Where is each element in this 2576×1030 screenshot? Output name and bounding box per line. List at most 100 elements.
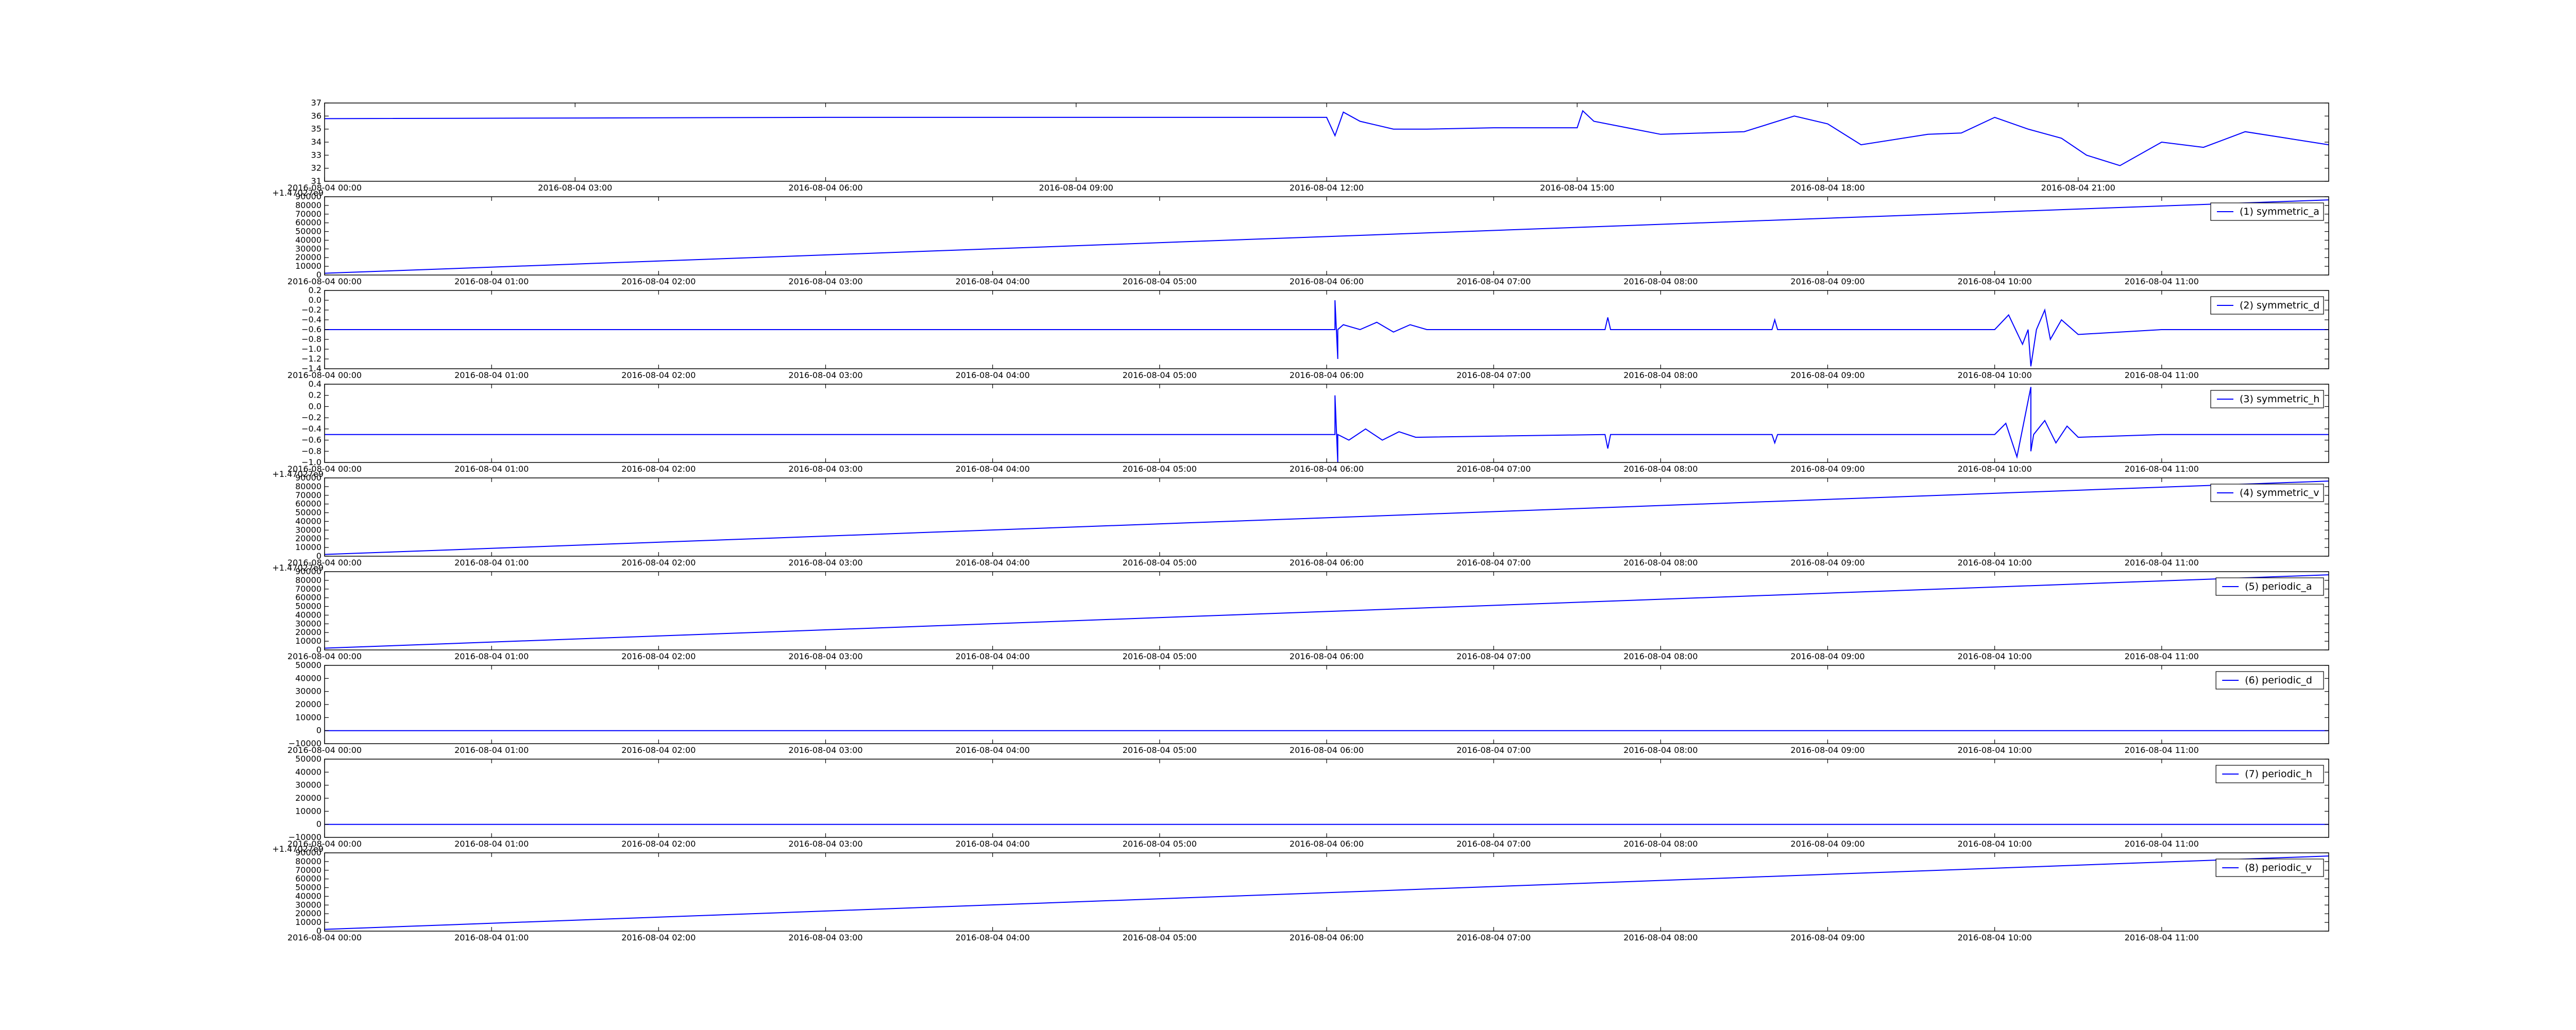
x-tick-label: 2016-08-04 11:00	[2125, 370, 2199, 380]
legend: (5) periodic_a	[2215, 577, 2324, 596]
y-tick-label: 40000	[295, 673, 321, 683]
x-tick-label: 2016-08-04 07:00	[1456, 651, 1531, 661]
x-tick-label: 2016-08-04 06:00	[1290, 839, 1364, 849]
subplot-2: 0100002000030000400005000060000700008000…	[272, 188, 2329, 286]
legend: (4) symmetric_v	[2210, 484, 2324, 502]
x-tick-label: 2016-08-04 04:00	[956, 277, 1030, 286]
x-tick-label: 2016-08-04 11:00	[2125, 933, 2199, 942]
x-tick-label: 2016-08-04 08:00	[1623, 839, 1698, 849]
y-tick-label: 34	[311, 137, 321, 147]
y-tick-label: 30000	[295, 619, 321, 628]
x-tick-label: 2016-08-04 08:00	[1623, 933, 1698, 942]
y-tick-label: 30000	[295, 900, 321, 909]
axes-frame	[324, 571, 2329, 650]
x-tick-label: 2016-08-04 02:00	[621, 464, 696, 474]
y-tick-label: −0.4	[301, 315, 321, 324]
axes-frame	[324, 477, 2329, 557]
x-tick-label: 2016-08-04 01:00	[454, 370, 529, 380]
x-tick-label: 2016-08-04 05:00	[1123, 370, 1197, 380]
x-tick-label: 2016-08-04 02:00	[621, 745, 696, 755]
y-tick-label: 70000	[295, 584, 321, 594]
y-tick-label: 60000	[295, 874, 321, 884]
subplot-7: −10000010000200003000040000500002016-08-…	[287, 660, 2329, 755]
legend: (2) symmetric_d	[2210, 296, 2324, 315]
x-tick-label: 2016-08-04 08:00	[1623, 370, 1698, 380]
y-tick-label: 32	[311, 163, 321, 173]
y-tick-label: 80000	[295, 200, 321, 210]
x-tick-label: 2016-08-04 03:00	[788, 370, 862, 380]
x-tick-label: 2016-08-04 03:00	[538, 183, 612, 193]
x-tick-label: 2016-08-04 09:00	[1790, 370, 1865, 380]
legend: (3) symmetric_h	[2210, 390, 2324, 408]
y-tick-label: 20000	[295, 534, 321, 543]
series-line	[325, 387, 2329, 463]
legend: (7) periodic_h	[2215, 765, 2324, 783]
figure: 313233343536372016-08-04 00:00 2016-08-04…	[272, 98, 2329, 942]
series-line	[324, 199, 2329, 274]
x-tick-label: 2016-08-04 11:00	[2125, 839, 2199, 849]
legend: (8) periodic_v	[2215, 859, 2324, 877]
offset-label: +1.47027e9	[272, 188, 324, 198]
x-tick-label: 2016-08-04 02:00	[621, 651, 696, 661]
x-tick-label: 2016-08-04 09:00	[1039, 183, 1113, 193]
x-tick-label: 2016-08-04 01:00	[454, 558, 529, 568]
y-tick-label: 50000	[295, 602, 321, 611]
y-tick-label: 30000	[295, 525, 321, 535]
y-tick-label: 0.4	[309, 379, 321, 389]
x-tick-label: 2016-08-04 05:00	[1123, 933, 1197, 942]
x-tick-label: 2016-08-04 00:00	[287, 277, 362, 286]
y-tick-label: 30000	[295, 686, 321, 696]
legend: (1) symmetric_a	[2210, 202, 2324, 221]
x-tick-label: 2016-08-04 05:00	[1123, 277, 1197, 286]
legend-label: (7) periodic_h	[2245, 768, 2312, 780]
x-tick-label: 2016-08-04 09:00	[1790, 651, 1865, 661]
x-tick-label: 2016-08-04 06:00	[1290, 370, 1364, 380]
x-tick-label: 2016-08-04 09:00	[1790, 933, 1865, 942]
legend-label: (5) periodic_a	[2245, 581, 2312, 592]
x-tick-label: 2016-08-04 05:00	[1123, 839, 1197, 849]
x-tick-label: 2016-08-04 10:00	[1958, 464, 2032, 474]
x-tick-label: 2016-08-04 11:00	[2125, 277, 2199, 286]
y-tick-label: 20000	[295, 793, 321, 803]
x-tick-label: 2016-08-04 08:00	[1623, 745, 1698, 755]
y-tick-label: −1.0	[301, 344, 321, 354]
y-tick-label: 50000	[295, 508, 321, 518]
subplot-6: 0100002000030000400005000060000700008000…	[272, 563, 2329, 661]
x-tick-label: 2016-08-04 06:00	[1290, 277, 1364, 286]
x-tick-label: 2016-08-04 03:00	[788, 839, 862, 849]
x-tick-label: 2016-08-04 06:00	[788, 183, 862, 193]
x-tick-label: 2016-08-04 11:00	[2125, 651, 2199, 661]
x-tick-label: 2016-08-04 10:00	[1958, 745, 2032, 755]
x-tick-label: 2016-08-04 08:00	[1623, 651, 1698, 661]
x-tick-label: 2016-08-04 08:00	[1623, 558, 1698, 568]
series-line	[325, 300, 2329, 367]
y-tick-label: 10000	[295, 917, 321, 927]
y-tick-label: −0.2	[301, 413, 321, 422]
y-tick-label: 10000	[295, 261, 321, 271]
x-tick-label: 2016-08-04 04:00	[956, 745, 1030, 755]
x-tick-label: 2016-08-04 07:00	[1456, 277, 1531, 286]
legend: (6) periodic_d	[2215, 671, 2324, 690]
y-tick-label: 37	[311, 98, 321, 108]
x-tick-label: 2016-08-04 02:00	[621, 933, 696, 942]
y-tick-label: −0.2	[301, 305, 321, 315]
axes-frame	[324, 384, 2329, 463]
x-tick-label: 2016-08-04 04:00	[956, 839, 1030, 849]
y-tick-label: 0.2	[309, 390, 321, 400]
y-tick-label: 70000	[295, 209, 321, 219]
x-tick-label: 2016-08-04 09:00	[1790, 745, 1865, 755]
y-tick-label: 20000	[295, 699, 321, 709]
y-tick-label: 33	[311, 150, 321, 160]
subplot-3: −1.4−1.2−1.0−0.8−0.6−0.4−0.20.00.22016-0…	[287, 285, 2329, 380]
y-tick-label: 10000	[295, 806, 321, 816]
x-tick-label: 2016-08-04 15:00	[1540, 183, 1614, 193]
x-tick-label: 2016-08-04 11:00	[2125, 745, 2199, 755]
x-tick-label: 2016-08-04 01:00	[454, 745, 529, 755]
y-tick-label: 40000	[295, 891, 321, 901]
x-tick-label: 2016-08-04 02:00	[621, 370, 696, 380]
y-tick-label: 50000	[295, 227, 321, 236]
y-tick-label: 30000	[295, 780, 321, 790]
legend-label: (1) symmetric_a	[2240, 206, 2319, 217]
series-line	[324, 574, 2329, 649]
x-tick-label: 2016-08-04 05:00	[1123, 651, 1197, 661]
